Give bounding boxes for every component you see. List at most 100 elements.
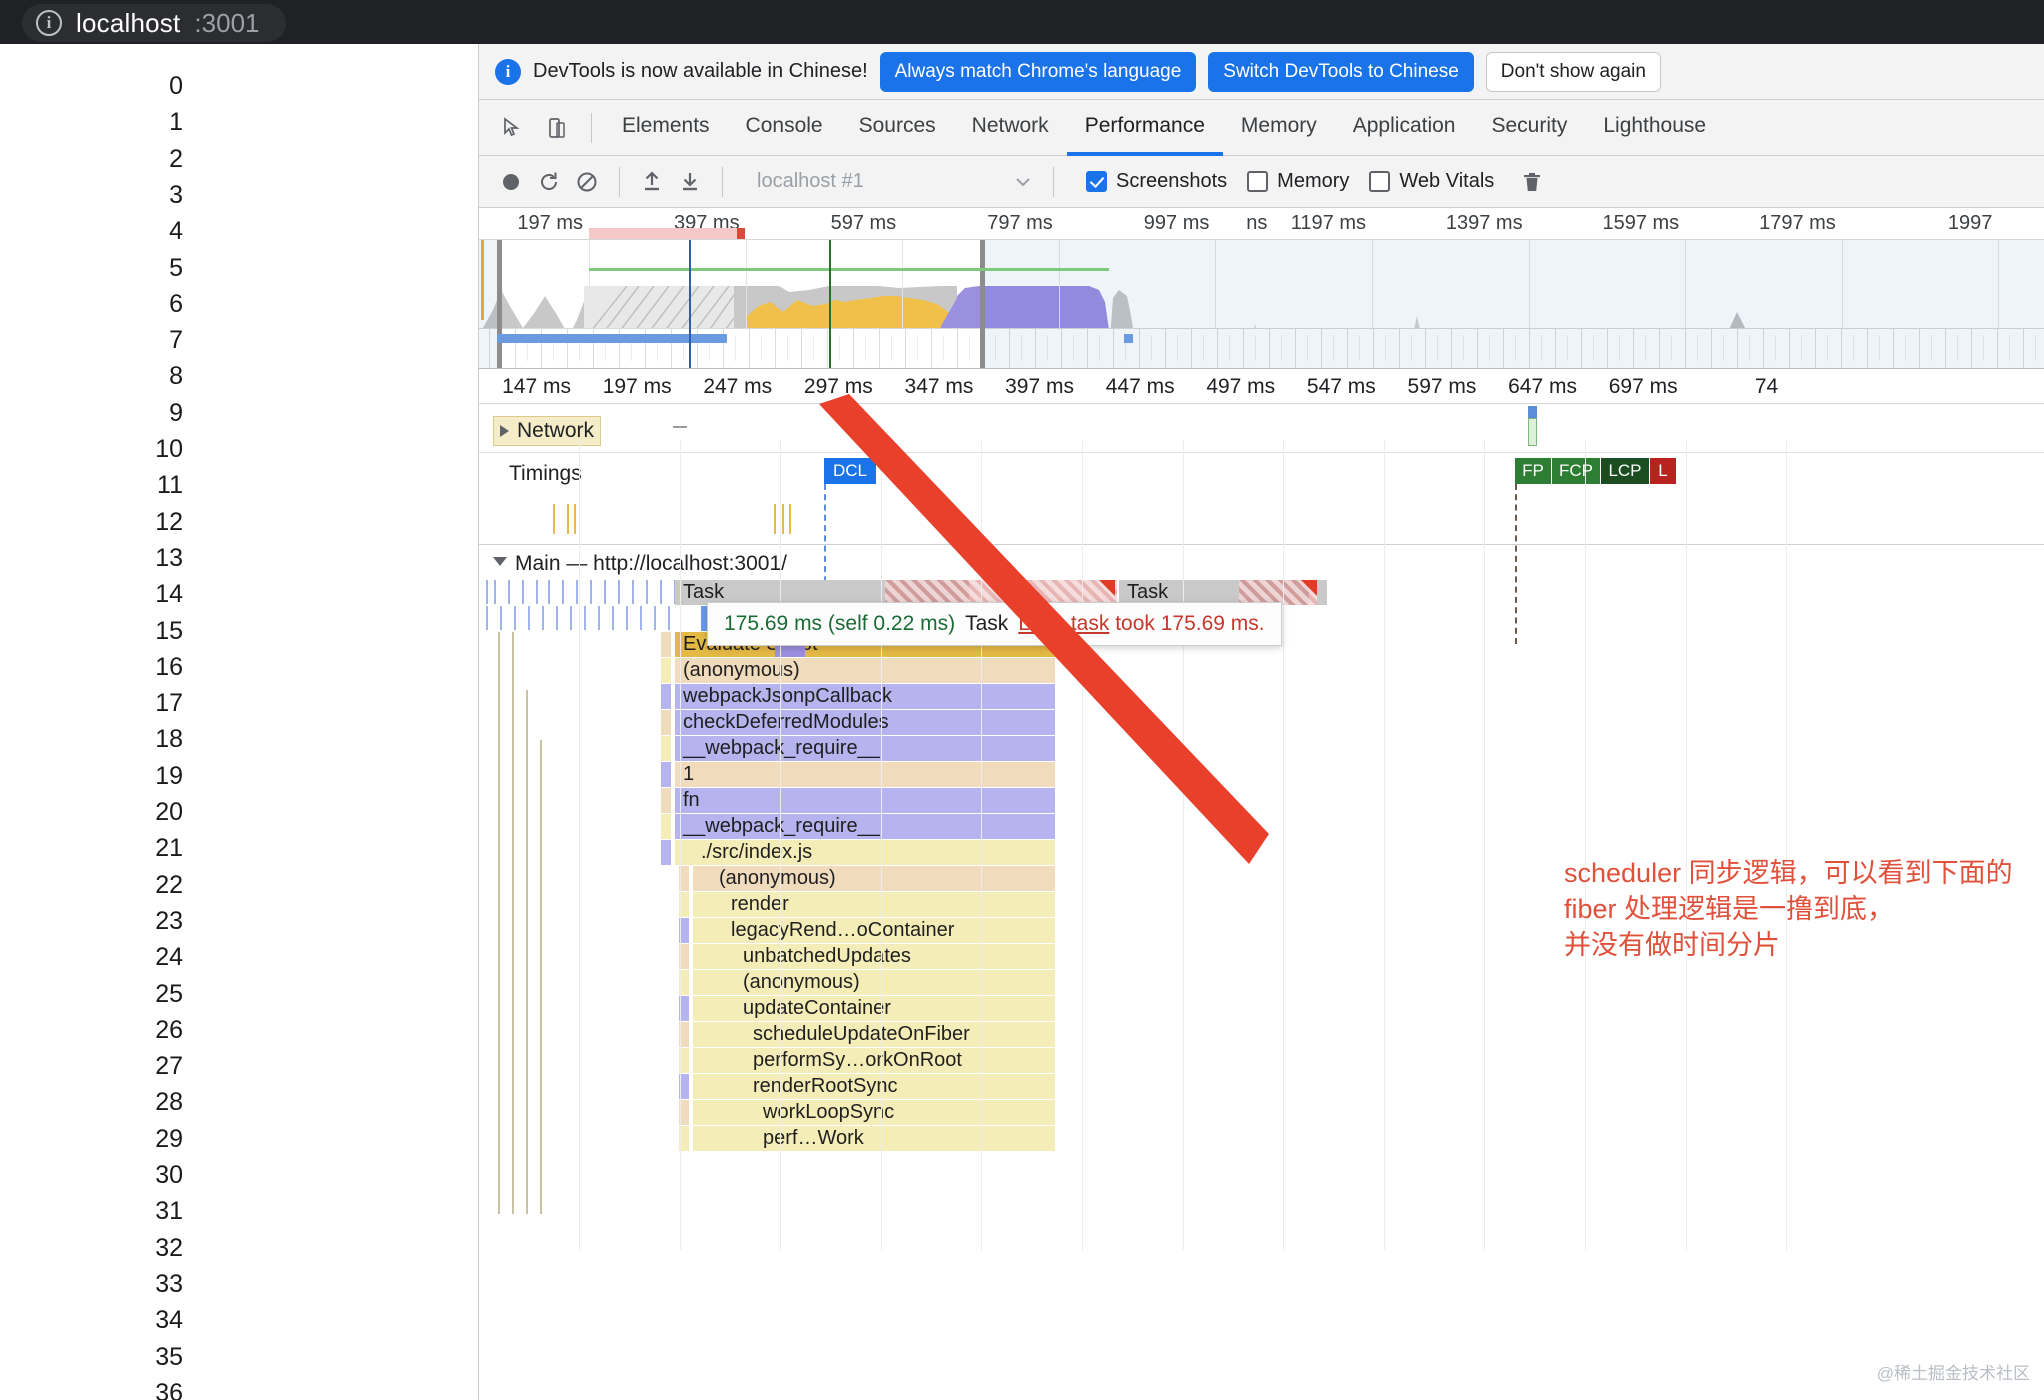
filmstrip-frame-tick	[943, 335, 944, 361]
gutter-line-number: 10	[155, 435, 183, 463]
flame-bar[interactable]: (anonymous)	[693, 970, 1055, 995]
inspect-element-icon[interactable]	[493, 108, 533, 148]
info-icon[interactable]: i	[36, 10, 62, 36]
chevron-down-icon[interactable]	[493, 556, 507, 572]
checkbox-box-screenshots[interactable]	[1086, 171, 1107, 192]
tab-console[interactable]: Console	[728, 100, 841, 156]
timing-marker-fp[interactable]: FP	[1515, 458, 1551, 484]
tab-elements[interactable]: Elements	[604, 100, 728, 156]
download-profile-icon[interactable]	[672, 164, 708, 200]
chevron-right-icon[interactable]	[500, 425, 509, 437]
flame-bar[interactable]: render	[693, 892, 1055, 917]
gutter-line-number: 7	[169, 326, 183, 355]
detail-tick-label: 197 ms	[602, 375, 672, 398]
flame-bar[interactable]: legacyRend…oContainer	[693, 918, 1055, 943]
tab-security[interactable]: Security	[1473, 100, 1585, 156]
reload-record-icon[interactable]	[531, 164, 567, 200]
overview-selection-handle-right[interactable]	[980, 240, 985, 368]
flame-bar-sibling[interactable]	[661, 632, 671, 657]
upload-profile-icon[interactable]	[634, 164, 670, 200]
toolbar-divider-4	[1053, 166, 1054, 197]
page-line-number-gutter: 0 1 2 3 4 5 6 7 8 9 10 11 12 13 14 15 16 17 18 19 20 21 22 23 24…	[0, 44, 478, 1400]
trash-icon[interactable]	[1514, 164, 1550, 200]
timeline-gridline	[579, 440, 580, 1250]
flame-row: scheduleUpdateOnFiber	[479, 1022, 2044, 1047]
timeline-overview[interactable]: 1197 ms397 ms597 ms797 ms997 ms1197 ms13…	[479, 208, 2044, 368]
filmstrip-frame-divider	[905, 329, 906, 368]
chevron-down-icon	[1015, 170, 1031, 193]
url-bar[interactable]: i localhost:3001	[22, 4, 286, 42]
flame-bar[interactable]: updateContainer	[693, 996, 1055, 1021]
screenshots-checkbox[interactable]: Screenshots	[1086, 170, 1227, 193]
clear-no-entry-icon[interactable]	[569, 164, 605, 200]
overview-tick-label: 1197 ms	[1290, 212, 1366, 234]
flame-bar-sibling[interactable]	[661, 762, 671, 787]
performance-toolbar: localhost #1 Screenshots Memory Web Vita…	[479, 156, 2044, 208]
switch-to-chinese-button[interactable]: Switch DevTools to Chinese	[1208, 51, 1474, 92]
flame-bar[interactable]: workLoopSync	[693, 1100, 1055, 1125]
always-match-language-button[interactable]: Always match Chrome's language	[879, 51, 1197, 92]
tab-application[interactable]: Application	[1335, 100, 1474, 156]
overview-selection-handle-left[interactable]	[497, 240, 502, 368]
overview-dcl-line	[689, 240, 691, 368]
flame-bar-sibling[interactable]	[661, 840, 671, 865]
flame-bar[interactable]: renderRootSync	[693, 1074, 1055, 1099]
tab-lighthouse[interactable]: Lighthouse	[1585, 100, 1724, 156]
flame-bar-sibling[interactable]	[661, 710, 671, 735]
task-bar-3[interactable]	[1317, 580, 1327, 605]
timing-marker-l[interactable]: L	[1650, 458, 1676, 484]
flame-bar[interactable]: scheduleUpdateOnFiber	[693, 1022, 1055, 1047]
timing-marker-fcp[interactable]: FCP	[1552, 458, 1600, 484]
tab-performance[interactable]: Performance	[1066, 100, 1223, 156]
filmstrip-frame-tick	[917, 335, 918, 361]
tab-sources[interactable]: Sources	[841, 100, 954, 156]
device-toolbar-icon[interactable]	[537, 108, 577, 148]
network-request-bar[interactable]	[1528, 418, 1537, 446]
memory-checkbox[interactable]: Memory	[1247, 170, 1349, 193]
track-network[interactable]: Network	[493, 416, 602, 446]
timeline-tracks[interactable]: Network Timings DCL FP FCP LCP L Main — …	[479, 394, 2044, 1250]
checkbox-box-web-vitals[interactable]	[1369, 171, 1391, 192]
flame-bar-sibling[interactable]	[661, 684, 671, 709]
filmstrip-frame-tick	[787, 335, 788, 361]
overview-tick-label: 197 ms	[517, 212, 583, 234]
session-select[interactable]: localhost #1	[749, 164, 1039, 200]
filmstrip-frame-divider	[957, 329, 958, 368]
record-circle-icon[interactable]	[493, 164, 529, 200]
gutter-line-number: 11	[157, 471, 183, 500]
track-timings[interactable]: Timings	[509, 462, 582, 486]
flame-bar[interactable]: unbatchedUpdates	[693, 944, 1055, 969]
flame-bar-sibling[interactable]	[661, 658, 671, 683]
overview-tick-label: 797 ms	[987, 212, 1053, 234]
web-vitals-checkbox[interactable]: Web Vitals	[1369, 170, 1494, 193]
gutter-line-number: 17	[155, 689, 183, 718]
gutter-line-number: 2	[169, 144, 183, 173]
timeline-gridline	[1383, 440, 1385, 1250]
timeline-gridline	[1484, 440, 1486, 1250]
overview-network-bar	[497, 334, 727, 343]
browser-top-bar: i localhost:3001	[0, 0, 2044, 44]
overview-selection-strip-end	[737, 228, 745, 239]
long-task-warning-triangle-2[interactable]	[1301, 580, 1317, 596]
gutter-line-number: 8	[169, 362, 183, 391]
timeline-gridline	[1685, 440, 1687, 1250]
url-host-text: localhost	[76, 7, 181, 38]
checkbox-box-memory[interactable]	[1247, 171, 1269, 192]
timing-tick	[553, 504, 555, 534]
gutter-line-number: 23	[155, 906, 183, 935]
gutter-line-number: 9	[169, 398, 183, 427]
timeline-gridline	[1585, 440, 1586, 1250]
flame-bar-sibling[interactable]	[661, 788, 671, 813]
flame-bar[interactable]: perf…Work	[693, 1126, 1055, 1151]
overview-tick-label: 597 ms	[830, 212, 897, 234]
network-request-marker[interactable]	[1528, 406, 1537, 418]
tab-network[interactable]: Network	[954, 100, 1067, 156]
banner-message: DevTools is now available in Chinese!	[533, 60, 868, 82]
timing-tick	[574, 504, 576, 534]
timing-marker-lcp[interactable]: LCP	[1601, 458, 1649, 484]
flame-bar-sibling[interactable]	[661, 736, 671, 761]
tab-memory[interactable]: Memory	[1223, 100, 1335, 156]
flame-bar[interactable]: performSy…orkOnRoot	[693, 1048, 1055, 1073]
dont-show-again-button[interactable]: Don't show again	[1485, 51, 1661, 92]
flame-bar-sibling[interactable]	[661, 814, 671, 839]
